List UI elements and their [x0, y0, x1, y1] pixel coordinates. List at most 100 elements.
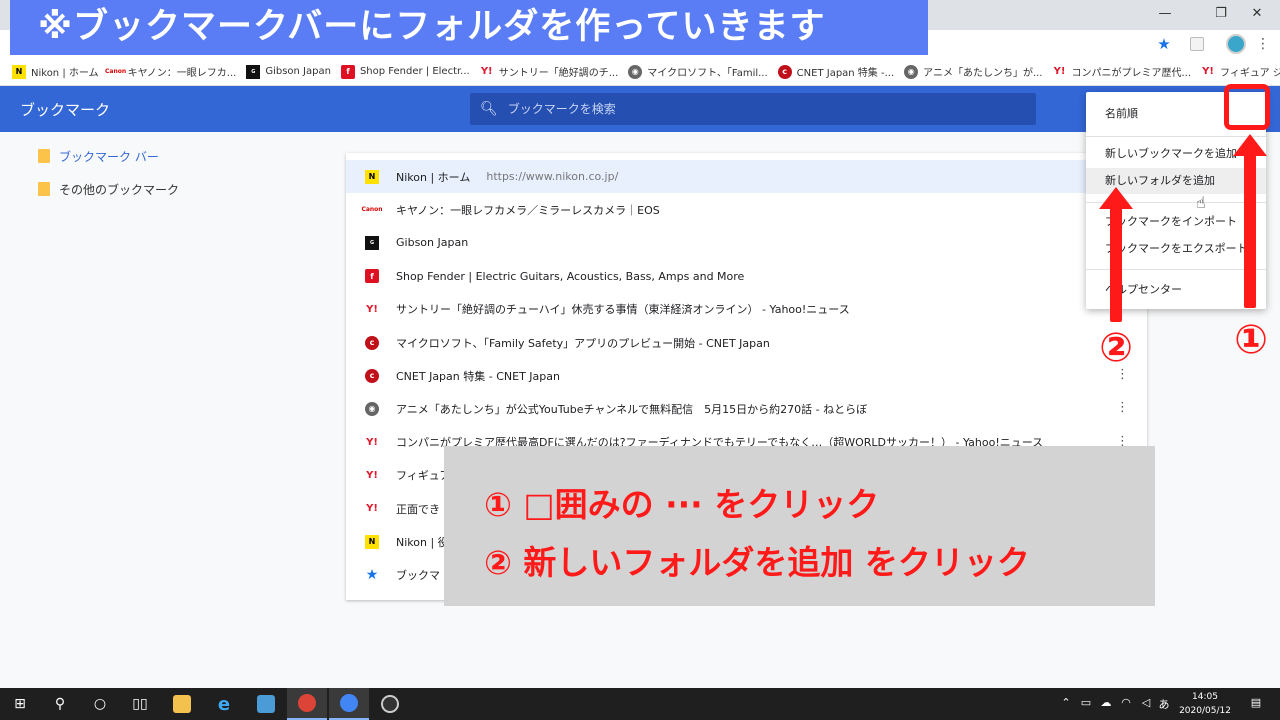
bookmark-title: キヤノン：一眼レフカメラ／ミラーレスカメラ｜EOS — [396, 203, 660, 217]
profile-avatar[interactable] — [1226, 34, 1246, 54]
windows-start-icon[interactable]: ⊞ — [0, 688, 40, 720]
bookmarks-bar-item[interactable]: Y! サントリー「絶好調のチ... — [478, 61, 627, 83]
highlight-box — [1224, 84, 1270, 130]
search-bar[interactable]: 🔍︎ — [470, 93, 1036, 125]
taskbar-clock[interactable]: 14:05 2020/05/12 — [1172, 689, 1238, 719]
notification-icon[interactable]: ▤ — [1248, 696, 1264, 709]
cnet-favicon-icon: c — [777, 64, 792, 79]
bookmarks-bar-item[interactable]: Y! フィギュア ジャンプ採... — [1199, 61, 1280, 83]
bookmark-row[interactable]: G Gibson Japan — [346, 226, 1147, 259]
chrome-menu-icon[interactable]: ⋮ — [1256, 34, 1270, 54]
canon-favicon-icon: Canon — [105, 68, 127, 75]
gibson-favicon-icon: G — [246, 64, 261, 79]
bookmark-row[interactable]: N Nikon | ホーム https://www.nikon.co.jp/ — [346, 160, 1147, 193]
volume-icon[interactable]: ◁ — [1138, 696, 1154, 709]
gibson-favicon-icon: G — [365, 235, 379, 250]
yahoo-favicon-icon: Y! — [366, 469, 378, 481]
cortana-icon[interactable]: ○ — [80, 688, 120, 720]
clock-date: 2020/05/12 — [1179, 706, 1231, 716]
bookmarks-bar-item[interactable]: G Gibson Japan — [244, 61, 339, 83]
bookmarks-bar-item[interactable]: Canon キヤノン：一眼レフカ... — [105, 61, 245, 83]
app-icon[interactable] — [246, 688, 286, 720]
bookmarks-bar-item-label: Shop Fender | Electr... — [359, 66, 470, 77]
bookmark-row[interactable]: Y! サントリー「絶好調のチューハイ」休売する事情（東洋経済オンライン） - Ya… — [346, 293, 1147, 326]
search-icon: 🔍︎ — [480, 101, 498, 117]
bookmark-row[interactable]: c CNET Japan 特集 - CNET Japan — [346, 359, 1147, 392]
bookmarks-bar-item-label: サントリー「絶好調のチ... — [498, 68, 619, 79]
bookmarks-bar-item[interactable]: Y! コンパニがプレミア歴代... — [1050, 61, 1199, 83]
bookmarks-bar-item-label: フィギュア ジャンプ採... — [1220, 68, 1280, 79]
bookmarks-bar-item-label: Nikon | ホーム — [31, 68, 99, 79]
globe-favicon-icon: ◉ — [365, 401, 379, 416]
nikon-favicon-icon: N — [365, 169, 379, 184]
file-explorer-icon[interactable] — [162, 688, 202, 720]
globe-favicon-icon: ◉ — [628, 64, 643, 79]
instruction-panel: ① □囲みの ··· をクリック ② 新しいフォルダを追加 をクリック — [444, 446, 1155, 606]
chevron-up-icon[interactable]: ⌃ — [1058, 696, 1074, 709]
star-favicon-icon: ★ — [365, 566, 379, 583]
close-button[interactable]: ✕ — [1234, 0, 1280, 26]
onedrive-icon[interactable]: ☁ — [1098, 696, 1114, 709]
obs-icon[interactable] — [370, 688, 410, 720]
mouse-pointer-icon: ☝ — [1196, 193, 1206, 212]
title-banner: ※ブックマークバーにフォルダを作っていきます — [10, 0, 928, 55]
arrow-1-shaft — [1244, 155, 1256, 308]
arrow-2-shaft — [1110, 207, 1122, 322]
ime-icon[interactable]: あ — [1156, 696, 1172, 712]
chrome-icon[interactable] — [287, 688, 327, 720]
bookmark-title: Nikon | 役 — [396, 535, 449, 549]
bookmark-star-icon[interactable]: ★ — [1155, 35, 1173, 53]
task-view-icon[interactable]: ▯▯ — [120, 688, 160, 720]
yahoo-favicon-icon: Y! — [366, 303, 378, 315]
bookmarks-bar-item[interactable]: ◉ マイクロソフト、「Famil... — [626, 61, 775, 83]
tree-item-label: その他のブックマーク — [59, 182, 180, 197]
bookmark-title: フィギュア — [396, 469, 451, 483]
bookmarks-bar-item[interactable]: f Shop Fender | Electr... — [339, 61, 478, 83]
chrome-icon[interactable] — [329, 688, 369, 720]
bookmark-row[interactable]: Canon キヤノン：一眼レフカメラ／ミラーレスカメラ｜EOS — [346, 193, 1147, 226]
bookmarks-bar-item-label: キヤノン：一眼レフカ... — [127, 68, 237, 79]
canon-favicon-icon: Canon — [361, 206, 383, 214]
fender-favicon-icon: f — [365, 269, 379, 284]
bookmarks-bar-item-label: コンパニがプレミア歴代... — [1071, 68, 1192, 79]
extension-icon[interactable] — [1190, 37, 1204, 51]
bookmark-title: Nikon | ホーム — [396, 170, 471, 184]
cnet-favicon-icon: c — [365, 335, 379, 350]
bookmark-title: マイクロソフト、「Family Safety」アプリのプレビュー開始 - CNE… — [396, 336, 770, 350]
bookmark-title: 正面でき — [396, 502, 440, 516]
bookmark-row[interactable]: f Shop Fender | Electric Guitars, Acousti… — [346, 260, 1147, 293]
bookmark-title: Gibson Japan — [396, 236, 469, 250]
bookmark-title: サントリー「絶好調のチューハイ」休売する事情（東洋経済オンライン） - Yaho… — [396, 303, 850, 317]
folder-icon — [38, 149, 50, 163]
step-number-2: ② — [1099, 325, 1133, 371]
folder-icon — [38, 182, 50, 196]
bookmark-row[interactable]: ◉ アニメ「あたしンち」が公式YouTubeチャンネルで無料配信 5月15日から約… — [346, 392, 1147, 425]
arrow-2-head — [1099, 187, 1133, 209]
nikon-favicon-icon: N — [12, 64, 26, 79]
bookmarks-bar-item-label: マイクロソフト、「Famil... — [647, 68, 768, 79]
battery-icon[interactable]: ▭ — [1078, 696, 1094, 709]
yahoo-favicon-icon: Y! — [480, 66, 493, 77]
cnet-favicon-icon: c — [365, 368, 379, 383]
minimize-button[interactable]: — — [1142, 0, 1188, 26]
bookmark-title: Shop Fender | Electric Guitars, Acoustic… — [396, 269, 745, 283]
bookmarks-bar-item[interactable]: c CNET Japan 特集 -... — [776, 61, 902, 83]
page-title: ブックマーク — [20, 101, 111, 119]
wifi-icon[interactable]: ◠ — [1118, 696, 1134, 709]
bookmarks-bar-item[interactable]: N Nikon | ホーム — [10, 61, 107, 83]
row-more-actions-icon[interactable]: ⋮ — [1116, 399, 1129, 417]
bookmark-title: アニメ「あたしンち」が公式YouTubeチャンネルで無料配信 5月15日から約2… — [396, 402, 868, 416]
tree-item-other-bookmarks[interactable]: その他のブックマーク — [38, 179, 179, 199]
yahoo-favicon-icon: Y! — [366, 503, 378, 514]
bookmark-row[interactable]: c マイクロソフト、「Family Safety」アプリのプレビュー開始 - CN… — [346, 326, 1147, 359]
bookmarks-bar-item[interactable]: ◉ アニメ「あたしンち」が... — [902, 61, 1050, 83]
bookmark-title: CNET Japan 特集 - CNET Japan — [396, 369, 560, 383]
bookmark-url: https://www.nikon.co.jp/ — [486, 170, 619, 183]
internet-explorer-icon[interactable]: e — [204, 688, 244, 720]
yahoo-favicon-icon: Y! — [1053, 66, 1066, 77]
tree-item-label: ブックマーク バー — [59, 149, 159, 164]
search-icon[interactable]: ⚲ — [40, 688, 80, 720]
bookmarks-bar: N Nikon | ホーム Canon キヤノン：一眼レフカ... G Gibson Ja… — [0, 58, 1280, 86]
search-input[interactable] — [507, 102, 1008, 116]
tree-item-bookmarks-bar[interactable]: ブックマーク バー — [38, 146, 159, 166]
